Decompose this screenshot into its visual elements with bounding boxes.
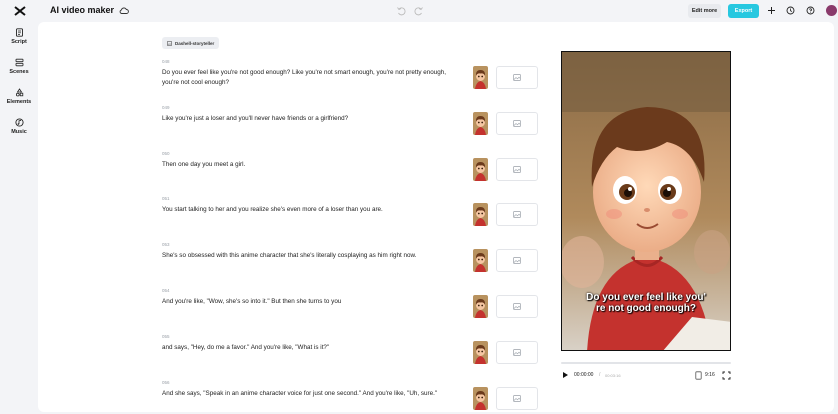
scene-script-text[interactable]: Like you're just a loser and you'll neve…	[162, 114, 458, 124]
caption-line-2: re not good enough?	[596, 303, 696, 314]
add-media-button[interactable]	[496, 340, 538, 364]
add-media-button[interactable]	[496, 203, 538, 227]
scene-script-text[interactable]: and says, "Hey, do me a favor." And you'…	[162, 343, 458, 353]
scene-script-text[interactable]: You start talking to her and you realize…	[162, 205, 458, 215]
scene-thumbnail[interactable]	[473, 295, 488, 318]
sidebar-item-label: Elements	[6, 99, 32, 105]
user-avatar[interactable]	[826, 5, 837, 16]
add-media-button[interactable]	[496, 66, 538, 89]
scene-number: 055	[162, 333, 170, 339]
export-button[interactable]: Export	[728, 4, 759, 18]
subtitle-caption: Do you ever feel like you' re not good e…	[562, 292, 730, 314]
undo-icon[interactable]	[396, 6, 406, 16]
sidebar-item-label: Music	[11, 129, 27, 135]
sidebar-item-elements[interactable]: Elements	[0, 88, 38, 105]
script-icon	[15, 28, 23, 37]
caption-line-1: Do you ever feel like you'	[586, 292, 706, 303]
scene-number: 051	[162, 196, 170, 202]
scene-number: 050	[162, 150, 170, 156]
aspect-ratio-label[interactable]: 9:16	[705, 372, 715, 378]
add-media-button[interactable]	[496, 295, 538, 318]
scene-number: 054	[162, 288, 170, 293]
scene-thumbnail[interactable]	[473, 203, 488, 227]
add-media-button[interactable]	[496, 157, 538, 181]
add-image-icon	[513, 394, 521, 402]
aspect-ratio-icon[interactable]	[695, 371, 702, 380]
scene-script-text[interactable]: And you're like, "Wow, she's so into it.…	[162, 297, 458, 307]
scene-number: 056	[162, 379, 170, 385]
add-image-icon	[513, 348, 521, 356]
sidebar-item-music[interactable]: Music	[0, 118, 38, 135]
scene-thumbnail[interactable]	[473, 66, 488, 89]
scene-number: 048	[162, 59, 170, 64]
playback-progress-bar[interactable]	[561, 362, 731, 364]
add-media-button[interactable]	[496, 386, 538, 410]
plus-icon[interactable]	[767, 6, 776, 15]
scene-number: 053	[162, 242, 170, 248]
elements-icon	[15, 88, 23, 97]
time-separator: /	[599, 372, 601, 378]
scenes-icon	[15, 58, 23, 67]
top-bar: AI video maker Edit more Export	[0, 0, 838, 22]
scene-script-text[interactable]: Do you ever feel like you're not good en…	[162, 68, 458, 87]
image-style-icon	[167, 40, 172, 46]
sidebar-item-scenes[interactable]: Scenes	[0, 58, 38, 75]
add-image-icon	[513, 119, 521, 127]
style-tag[interactable]: Dashell-storyteller	[162, 37, 220, 49]
add-image-icon	[513, 303, 521, 310]
play-icon[interactable]	[561, 371, 569, 379]
scene-thumbnail[interactable]	[473, 386, 488, 410]
fullscreen-icon[interactable]	[722, 371, 731, 380]
add-media-button[interactable]	[496, 249, 538, 273]
redo-icon[interactable]	[414, 6, 424, 16]
capcut-logo-icon[interactable]	[14, 6, 26, 16]
scene-thumbnail[interactable]	[473, 249, 488, 273]
edit-more-button[interactable]: Edit more	[688, 4, 721, 18]
add-image-icon	[513, 74, 521, 81]
sidebar: Script Scenes Elements Music	[0, 22, 38, 414]
sidebar-item-label: Scenes	[9, 69, 29, 75]
app-title: AI video maker	[50, 5, 115, 15]
total-time: 00:03:16	[605, 373, 621, 378]
current-time: 00:00:00	[574, 372, 594, 378]
sidebar-item-label: Script	[11, 39, 27, 45]
scene-thumbnail[interactable]	[473, 111, 488, 135]
video-preview[interactable]: Do you ever feel like you' re not good e…	[561, 51, 731, 351]
sidebar-item-script[interactable]: Script	[0, 28, 38, 45]
scene-script-text[interactable]: And she says, "Speak in an anime charact…	[162, 389, 458, 399]
history-icon[interactable]	[786, 6, 795, 15]
scene-thumbnail[interactable]	[473, 340, 488, 364]
main-panel: Dashell-storyteller 048 Do you ever feel …	[38, 22, 834, 412]
add-image-icon	[513, 165, 521, 173]
style-tag-label: Dashell-storyteller	[175, 40, 215, 46]
scene-thumbnail[interactable]	[473, 157, 488, 181]
scene-script-text[interactable]: Then one day you meet a girl.	[162, 160, 458, 170]
help-icon[interactable]	[806, 6, 815, 15]
add-image-icon	[513, 257, 521, 265]
scene-number: 049	[162, 104, 170, 110]
add-image-icon	[513, 211, 521, 219]
music-icon	[14, 118, 24, 127]
add-media-button[interactable]	[496, 111, 538, 135]
cloud-save-icon[interactable]	[119, 6, 129, 15]
scene-script-text[interactable]: She's so obsessed with this anime charac…	[162, 251, 458, 261]
